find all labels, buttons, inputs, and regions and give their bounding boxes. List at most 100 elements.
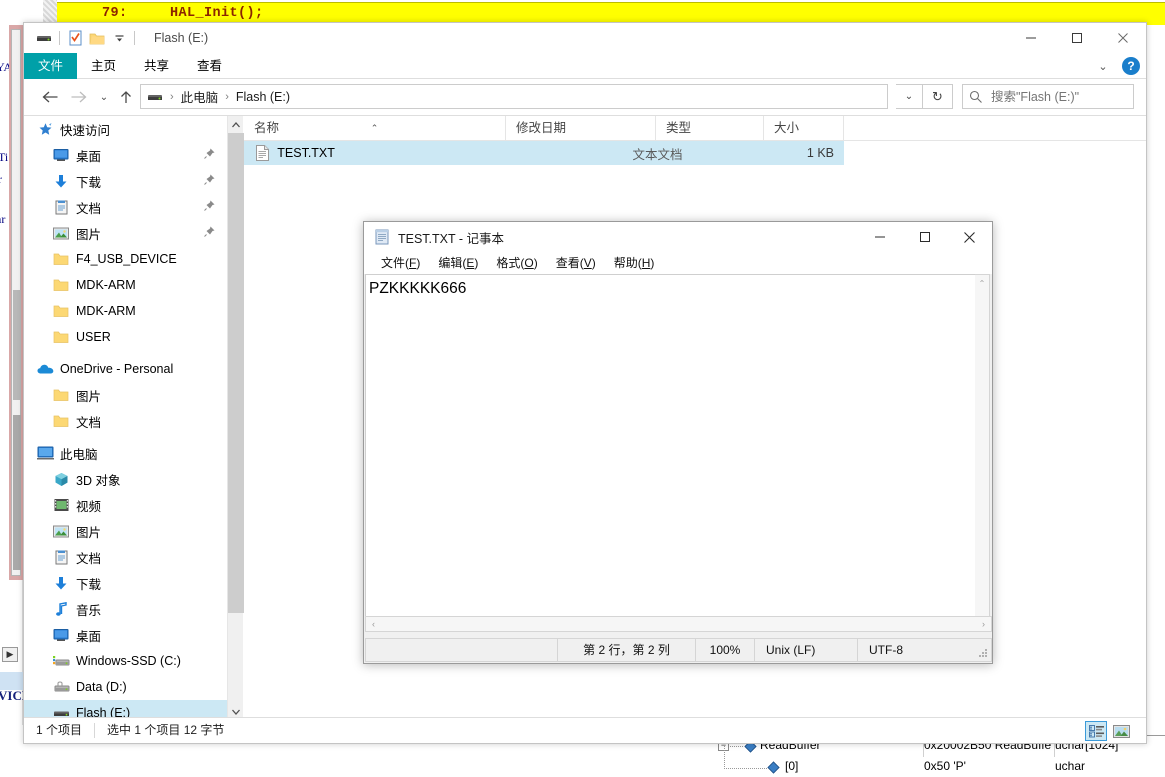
recent-locations-button[interactable]: ⌄ bbox=[92, 85, 116, 109]
notepad-horizontal-scrollbar[interactable]: ‹ › bbox=[365, 616, 992, 632]
column-headers: 名称 ⌃ 修改日期 类型 大小 bbox=[244, 116, 1146, 141]
sidebar-item-pictures[interactable]: 图片 bbox=[24, 220, 227, 246]
new-folder-icon[interactable] bbox=[86, 28, 108, 48]
ide-scrollbar-track[interactable] bbox=[11, 29, 21, 576]
sidebar-item-onedrive[interactable]: OneDrive - Personal bbox=[24, 356, 227, 382]
drive-icon[interactable] bbox=[33, 28, 55, 48]
folder-icon bbox=[52, 277, 70, 293]
documents-icon bbox=[52, 199, 70, 215]
scroll-up-button[interactable]: ⌃ bbox=[975, 275, 989, 291]
watch-tree-line bbox=[730, 746, 744, 747]
ide-scrollbar-thumb[interactable] bbox=[13, 290, 21, 400]
sidebar-item-user[interactable]: USER bbox=[24, 324, 227, 350]
search-box[interactable] bbox=[962, 84, 1134, 109]
resize-grip[interactable] bbox=[978, 648, 988, 658]
maximize-button[interactable] bbox=[1054, 23, 1100, 53]
sidebar-item-f4-usb-device[interactable]: F4_USB_DEVICE bbox=[24, 246, 227, 272]
column-header-type[interactable]: 类型 bbox=[656, 116, 764, 141]
menu-file[interactable]: 文件(F) bbox=[372, 252, 429, 274]
sidebar-item-downloads[interactable]: 下载 bbox=[24, 168, 227, 194]
menu-label: 文件( bbox=[381, 256, 409, 270]
table-row[interactable]: TEST.TXT 文本文档 1 KB bbox=[244, 141, 844, 165]
sidebar-item-music[interactable]: 音乐 bbox=[24, 596, 227, 622]
help-icon[interactable]: ? bbox=[1122, 57, 1140, 75]
sidebar-item-label: Windows-SSD (C:) bbox=[76, 654, 181, 668]
menu-format[interactable]: 格式(O) bbox=[487, 252, 546, 274]
sidebar-item-onedrive-documents[interactable]: 文档 bbox=[24, 408, 227, 434]
scroll-left-button[interactable]: ‹ bbox=[366, 617, 381, 631]
chevron-down-icon[interactable]: ⌄ bbox=[1094, 60, 1112, 73]
ide-scroll-right-button[interactable]: ▶ bbox=[2, 647, 18, 662]
pin-icon[interactable] bbox=[204, 174, 215, 185]
search-input[interactable] bbox=[991, 89, 1126, 104]
sidebar-item-quick-access[interactable]: 快速访问 bbox=[24, 116, 227, 142]
explorer-navigation-bar: ⌄ › 此电脑 › Flash (E:) ⌄ ↻ 搜索"Flash (E:)" bbox=[24, 79, 1146, 115]
sidebar-item-desktop[interactable]: 桌面 bbox=[24, 142, 227, 168]
sidebar-item-pc-pictures[interactable]: 图片 bbox=[24, 518, 227, 544]
menu-accelerator: V bbox=[583, 256, 592, 270]
sidebar-item-videos[interactable]: 视频 bbox=[24, 492, 227, 518]
menu-view[interactable]: 查看(V) bbox=[547, 252, 605, 274]
sidebar-item-windows-ssd-c[interactable]: Windows-SSD (C:) bbox=[24, 648, 227, 674]
properties-icon[interactable] bbox=[64, 28, 86, 48]
customize-dropdown-icon[interactable] bbox=[108, 28, 130, 48]
tab-home[interactable]: 主页 bbox=[77, 53, 130, 79]
minimize-button[interactable] bbox=[857, 222, 902, 252]
menu-help[interactable]: 帮助(H) bbox=[605, 252, 664, 274]
menu-label-close: ) bbox=[650, 256, 655, 270]
forward-button[interactable] bbox=[66, 85, 90, 109]
notepad-title-bar: TEST.TXT - 记事本 bbox=[364, 222, 992, 252]
sidebar-item-data-d[interactable]: Data (D:) bbox=[24, 674, 227, 700]
folder-icon bbox=[52, 329, 70, 345]
sidebar-item-pc-downloads[interactable]: 下载 bbox=[24, 570, 227, 596]
column-header-name[interactable]: 名称 ⌃ bbox=[244, 116, 506, 141]
column-header-size[interactable]: 大小 bbox=[764, 116, 844, 141]
scroll-up-button[interactable] bbox=[228, 116, 244, 133]
notepad-vertical-scrollbar[interactable]: ⌃ ⌄ bbox=[975, 274, 990, 631]
breadcrumb-flash-drive[interactable]: Flash (E:) bbox=[236, 90, 290, 104]
ribbon-tab-bar: 文件 主页 共享 查看 ⌄ ? bbox=[24, 53, 1146, 79]
sidebar-item-mdk-arm-1[interactable]: MDK-ARM bbox=[24, 272, 227, 298]
sidebar-item-label: 文档 bbox=[76, 415, 102, 430]
sidebar-item-onedrive-pictures[interactable]: 图片 bbox=[24, 382, 227, 408]
ide-scrollbar-thumb-secondary[interactable] bbox=[13, 415, 21, 570]
sidebar-item-this-pc[interactable]: 此电脑 bbox=[24, 440, 227, 466]
pin-icon[interactable] bbox=[204, 200, 215, 211]
column-header-label: 类型 bbox=[666, 121, 692, 135]
scrollbar-thumb[interactable] bbox=[228, 133, 244, 613]
star-icon bbox=[36, 121, 54, 137]
minimize-button[interactable] bbox=[1008, 23, 1054, 53]
folder-icon bbox=[52, 413, 70, 429]
refresh-button[interactable]: ↻ bbox=[923, 84, 953, 109]
navigation-pane-scrollbar[interactable] bbox=[227, 116, 244, 720]
scroll-right-button[interactable]: › bbox=[976, 617, 991, 631]
sidebar-item-documents[interactable]: 文档 bbox=[24, 194, 227, 220]
address-dropdown-button[interactable]: ⌄ bbox=[896, 84, 923, 109]
pin-icon[interactable] bbox=[204, 226, 215, 237]
maximize-button[interactable] bbox=[902, 222, 947, 252]
hard-drive-icon bbox=[52, 679, 70, 695]
back-button[interactable] bbox=[38, 85, 62, 109]
close-button[interactable] bbox=[1100, 23, 1146, 53]
ide-vertical-scrollbar[interactable] bbox=[9, 25, 23, 580]
pin-icon[interactable] bbox=[204, 148, 215, 159]
notepad-text-area[interactable]: PZKKKKK666 bbox=[365, 274, 977, 631]
download-icon bbox=[52, 173, 70, 189]
tab-share[interactable]: 共享 bbox=[130, 53, 183, 79]
close-button[interactable] bbox=[947, 222, 992, 252]
up-button[interactable] bbox=[114, 85, 138, 109]
menu-edit[interactable]: 编辑(E) bbox=[429, 252, 487, 274]
address-bar[interactable]: › 此电脑 › Flash (E:) bbox=[140, 84, 888, 109]
file-name: TEST.TXT bbox=[277, 146, 335, 160]
column-header-date-modified[interactable]: 修改日期 bbox=[506, 116, 656, 141]
large-icons-view-button[interactable] bbox=[1110, 721, 1132, 741]
tab-view[interactable]: 查看 bbox=[183, 53, 236, 79]
tab-file[interactable]: 文件 bbox=[24, 53, 78, 79]
details-view-button[interactable] bbox=[1085, 721, 1107, 741]
sidebar-item-pc-documents[interactable]: 文档 bbox=[24, 544, 227, 570]
sidebar-item-3d-objects[interactable]: 3D 对象 bbox=[24, 466, 227, 492]
sidebar-item-pc-desktop[interactable]: 桌面 bbox=[24, 622, 227, 648]
breadcrumb-this-pc[interactable]: 此电脑 bbox=[181, 87, 219, 106]
watch-row[interactable]: [0] 0x50 'P' uchar bbox=[700, 757, 1165, 777]
sidebar-item-mdk-arm-2[interactable]: MDK-ARM bbox=[24, 298, 227, 324]
